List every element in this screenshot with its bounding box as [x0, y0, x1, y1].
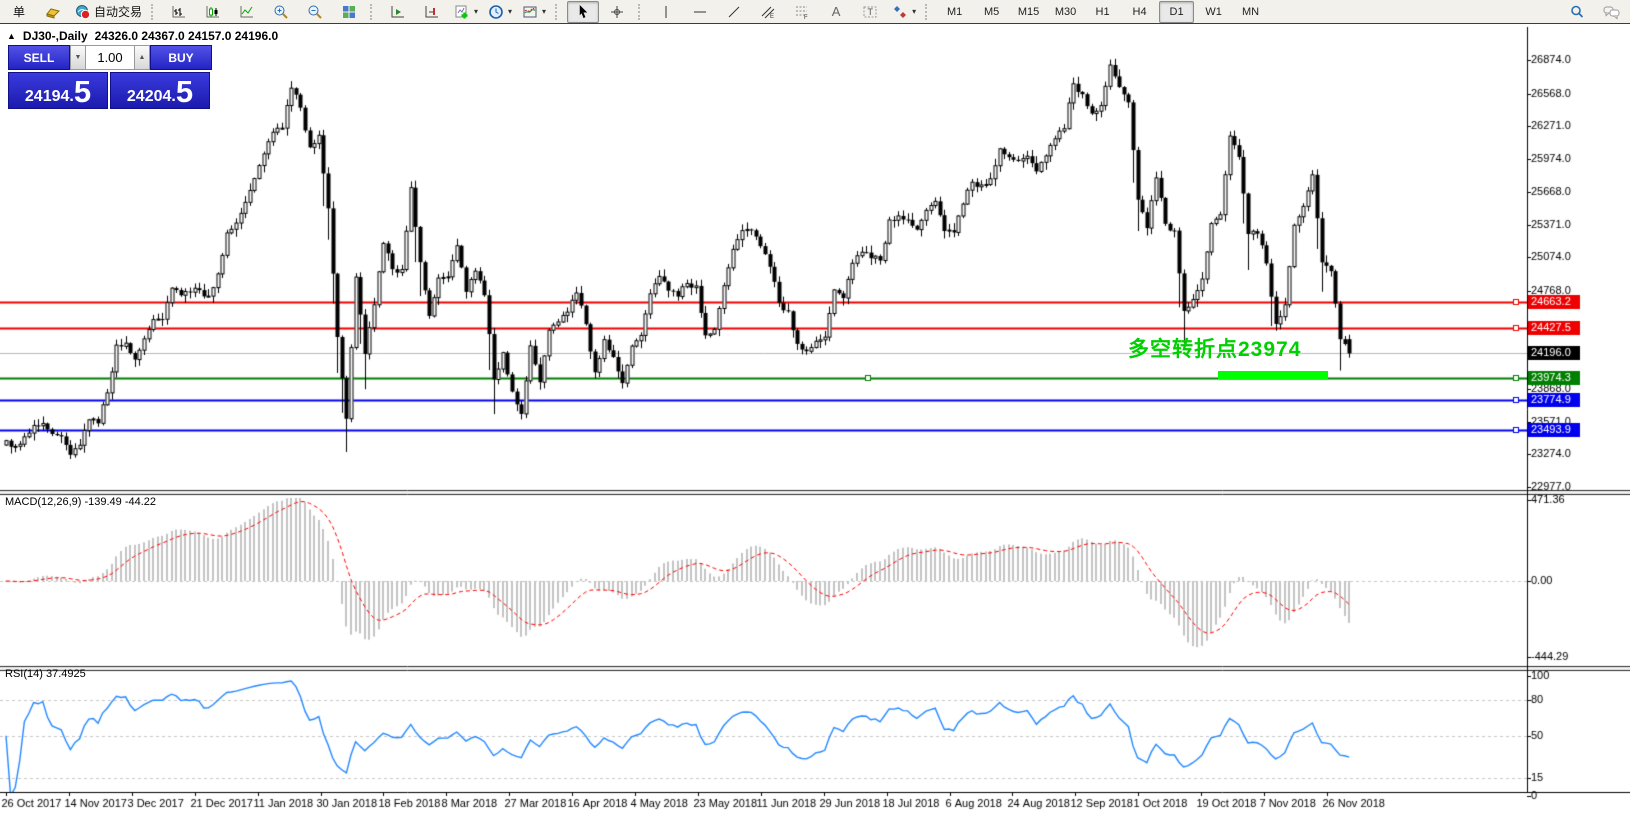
chart-shift-button[interactable]	[416, 1, 448, 23]
fibonacci-tool-button[interactable]: F	[786, 1, 818, 23]
mt4-terminal-window: 单 自动交易	[0, 0, 1630, 822]
timeframe-h1-button[interactable]: H1	[1085, 1, 1120, 23]
toolbar-handle	[555, 4, 561, 20]
sell-price-pip: 5	[74, 77, 91, 107]
equidistant-channel-tool-button[interactable]: E	[752, 1, 784, 23]
macd-label: MACD(12,26,9) -139.49 -44.22	[5, 496, 156, 508]
search-button[interactable]	[1561, 1, 1593, 23]
volume-increase-button[interactable]: ▲	[134, 45, 150, 70]
buy-price-main: 24204	[127, 87, 172, 107]
periods-button[interactable]: ▾	[484, 1, 516, 23]
timeframe-m15-button[interactable]: M15	[1011, 1, 1046, 23]
timeframe-m5-button[interactable]: M5	[974, 1, 1009, 23]
buy-price-pip: 5	[176, 77, 193, 107]
toolbar-handle	[925, 4, 931, 20]
one-click-trade-panel: SELL ▼ 1.00 ▲ BUY 24194 . 5 24204 . 5	[8, 45, 212, 109]
trendline-tool-button[interactable]	[718, 1, 750, 23]
zoom-out-button[interactable]	[299, 1, 331, 23]
vertical-line-tool-button[interactable]	[650, 1, 682, 23]
timeframe-d1-button[interactable]: D1	[1159, 1, 1194, 23]
price-chart-canvas[interactable]	[0, 25, 1630, 822]
line-chart-button[interactable]	[231, 1, 263, 23]
arrows-tool-button[interactable]: ▾	[888, 1, 920, 23]
pivot-annotation-text: 多空转折点23974	[1128, 333, 1301, 363]
svg-text:E: E	[770, 14, 774, 20]
timeframe-m30-button[interactable]: M30	[1048, 1, 1083, 23]
chevron-down-icon: ▾	[508, 7, 512, 16]
timeframe-mn-button[interactable]: MN	[1233, 1, 1268, 23]
text-tool-button[interactable]: A	[820, 1, 852, 23]
autotrading-icon	[75, 4, 91, 20]
new-order-button[interactable]: 单	[3, 1, 35, 23]
chat-button[interactable]	[1595, 1, 1627, 23]
svg-text:T: T	[868, 7, 874, 17]
chevron-down-icon: ▾	[912, 7, 916, 16]
pivot-highlight-bar	[1218, 371, 1328, 379]
svg-text:F: F	[804, 15, 808, 20]
toolbar-handle	[638, 4, 644, 20]
toolbar-handle	[370, 4, 376, 20]
chart-symbol-period: DJ30-,Daily	[23, 29, 88, 43]
chevron-down-icon: ▾	[474, 7, 478, 16]
candlestick-chart-button[interactable]	[197, 1, 229, 23]
volume-field[interactable]: 1.00	[86, 45, 134, 70]
timeframe-w1-button[interactable]: W1	[1196, 1, 1231, 23]
auto-scroll-button[interactable]	[382, 1, 414, 23]
chevron-down-icon: ▾	[542, 7, 546, 16]
sell-button[interactable]: SELL	[8, 45, 70, 70]
gold-bar-icon	[45, 4, 61, 20]
bar-chart-button[interactable]	[163, 1, 195, 23]
tile-windows-button[interactable]	[333, 1, 365, 23]
collapse-panel-icon[interactable]: ▲	[7, 31, 16, 41]
autotrading-label: 自动交易	[94, 3, 142, 20]
chart-title-strip: ▲ DJ30-,Daily 24326.0 24367.0 24157.0 24…	[7, 29, 278, 43]
buy-price-button[interactable]: 24204 . 5	[110, 72, 210, 109]
cursor-tool-button[interactable]	[567, 1, 599, 23]
horizontal-line-tool-button[interactable]	[684, 1, 716, 23]
timeframe-m1-button[interactable]: M1	[937, 1, 972, 23]
toolbar-handle	[151, 4, 157, 20]
sell-price-main: 24194	[25, 87, 70, 107]
autotrading-button[interactable]: 自动交易	[71, 1, 146, 23]
templates-button[interactable]: ▾	[518, 1, 550, 23]
crosshair-tool-button[interactable]	[601, 1, 633, 23]
main-toolbar: 单 自动交易	[0, 0, 1630, 24]
new-chart-button[interactable]: ▾	[450, 1, 482, 23]
sell-price-button[interactable]: 24194 . 5	[8, 72, 108, 109]
chart-ohlc-values: 24326.0 24367.0 24157.0 24196.0	[95, 29, 279, 43]
gold-bar-icon[interactable]	[37, 1, 69, 23]
rsi-label: RSI(14) 37.4925	[5, 668, 86, 680]
text-label-tool-button[interactable]: T	[854, 1, 886, 23]
volume-decrease-button[interactable]: ▼	[70, 45, 86, 70]
buy-button[interactable]: BUY	[150, 45, 212, 70]
timeframe-h4-button[interactable]: H4	[1122, 1, 1157, 23]
zoom-in-button[interactable]	[265, 1, 297, 23]
